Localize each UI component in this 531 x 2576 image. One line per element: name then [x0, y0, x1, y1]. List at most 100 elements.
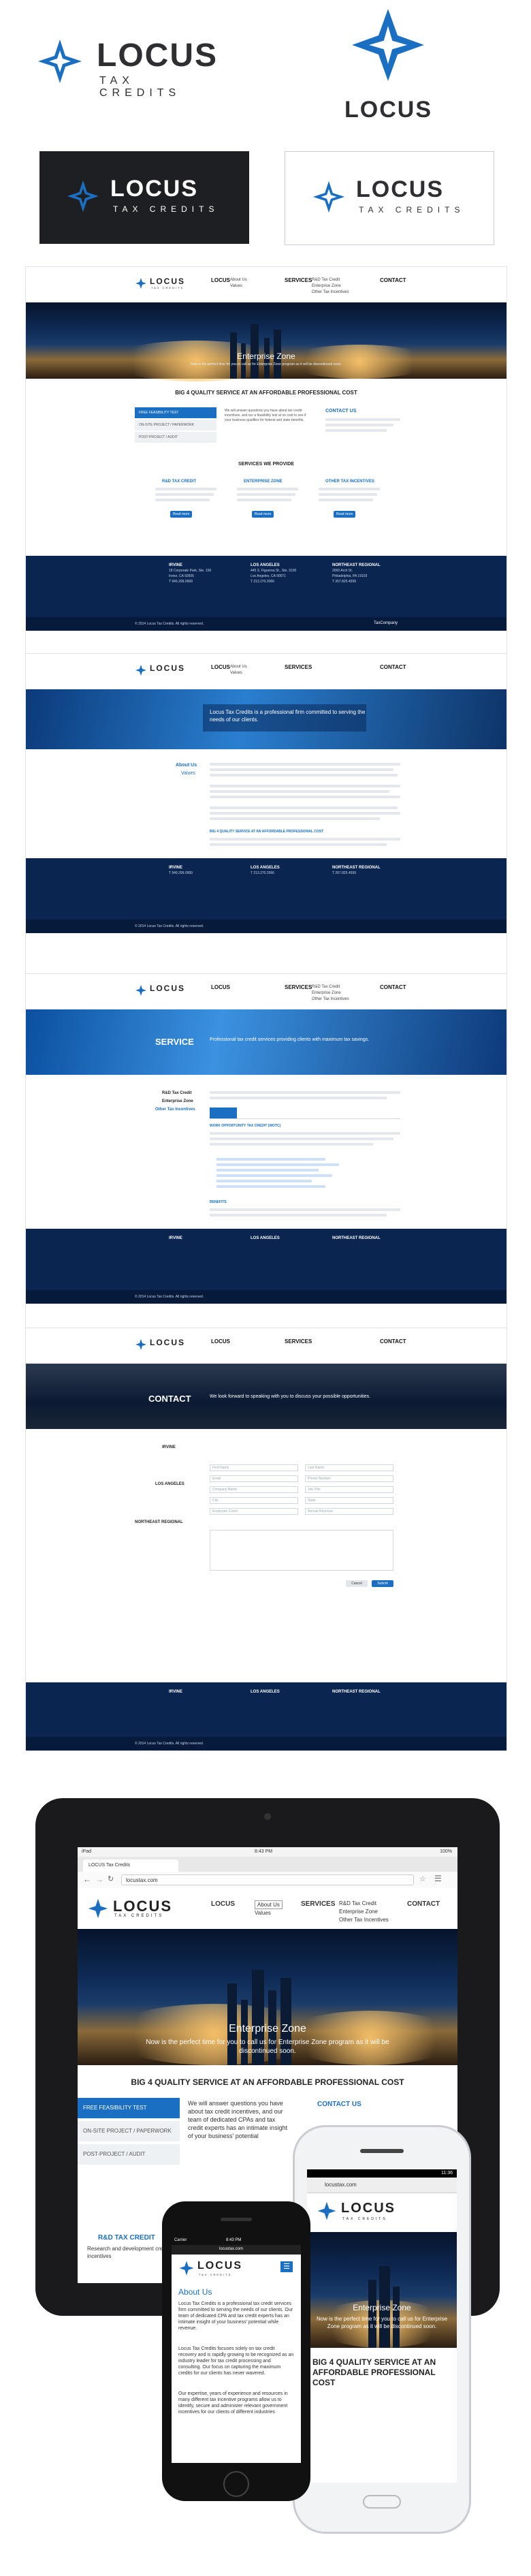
- contact-us-link[interactable]: CONTACT US: [325, 409, 356, 413]
- nav-other[interactable]: Other Tax Incentives: [339, 1917, 389, 1923]
- nav-contact[interactable]: CONTACT: [380, 1338, 406, 1345]
- service-hero-title: SERVICE: [155, 1037, 194, 1047]
- nav-locus[interactable]: LOCUS: [211, 1338, 230, 1345]
- service-ez-title[interactable]: ENTERPRISE ZONE: [244, 480, 283, 484]
- nav-services[interactable]: SERVICES: [285, 1338, 312, 1345]
- url-bar[interactable]: locustax.com: [121, 1874, 414, 1885]
- android-time: 11:36: [441, 2171, 453, 2176]
- service-rd-title[interactable]: R&D TAX CREDIT: [162, 480, 196, 484]
- nav-about[interactable]: About Us: [230, 664, 247, 670]
- job-title-field[interactable]: Job Title: [305, 1486, 393, 1493]
- tablet-rd-title[interactable]: R&D TAX CREDIT: [98, 2234, 155, 2242]
- nav-ez[interactable]: Enterprise Zone: [339, 1909, 378, 1915]
- read-more-button[interactable]: Read more: [170, 511, 192, 518]
- hamburger-menu-icon[interactable]: ☰: [280, 2261, 293, 2272]
- nav-other[interactable]: Other Tax Incentives: [312, 996, 349, 1003]
- service-other-title[interactable]: OTHER TAX INCENTIVES: [325, 480, 374, 484]
- first-name-field[interactable]: First Name: [210, 1464, 298, 1471]
- nav-services[interactable]: SERVICES: [285, 664, 312, 670]
- browser-tab[interactable]: LOCUS Tax Credits: [83, 1859, 178, 1872]
- submit-button[interactable]: Submit: [372, 1580, 393, 1587]
- menu-icon[interactable]: ☰: [434, 1874, 442, 1883]
- footer-phone[interactable]: T 949.299.0999: [169, 580, 193, 584]
- employee-count-field[interactable]: Employee Count: [210, 1508, 298, 1515]
- nav-locus[interactable]: LOCUS: [211, 664, 230, 670]
- annual-revenue-field[interactable]: Annual Revenue: [305, 1508, 393, 1515]
- forward-icon[interactable]: →: [95, 1874, 103, 1884]
- android-home-button[interactable]: [363, 2495, 401, 2509]
- nav-values[interactable]: Values: [230, 670, 242, 676]
- nav-locus[interactable]: LOCUS: [211, 277, 230, 283]
- last-name-field[interactable]: Last Name: [305, 1464, 393, 1471]
- nav-other[interactable]: Other Tax Incentives: [312, 289, 349, 296]
- locus-star-icon: [352, 9, 424, 81]
- logo-wordmark: LOCUS: [344, 97, 432, 123]
- tab-post-project[interactable]: POST-PROJECT / AUDIT: [135, 432, 216, 443]
- iphone-home-button[interactable]: [223, 2471, 249, 2497]
- nav-services[interactable]: SERVICES: [285, 984, 312, 990]
- site-logo-text[interactable]: LOCUS: [197, 2260, 242, 2272]
- message-textarea[interactable]: [210, 1530, 393, 1571]
- browser-tab-title: LOCUS Tax Credits: [88, 1863, 130, 1868]
- footer-phone[interactable]: T 213.270.2066: [251, 871, 274, 875]
- side-other[interactable]: Other Tax Incentives: [155, 1108, 195, 1112]
- side-values[interactable]: Values: [181, 771, 195, 776]
- tab-onsite-project[interactable]: ON-SITE PROJECT / PAPERWORK: [135, 420, 216, 430]
- nav-contact[interactable]: CONTACT: [380, 664, 406, 670]
- iphone-speaker: [221, 2218, 252, 2221]
- site-logo-text[interactable]: LOCUS: [113, 1898, 172, 1915]
- partner-logo[interactable]: TaxCompany: [374, 621, 398, 625]
- android-url-bar[interactable]: locustax.com: [325, 2180, 427, 2190]
- footer-phone[interactable]: T 213.270.2066: [251, 580, 274, 584]
- tablet-contact-us[interactable]: CONTACT US: [317, 2101, 361, 2108]
- phone-field[interactable]: Phone Number: [305, 1475, 393, 1482]
- back-icon[interactable]: ←: [83, 1874, 91, 1884]
- nav-locus[interactable]: LOCUS: [211, 1900, 235, 1908]
- nav-about[interactable]: About Us: [230, 277, 247, 283]
- read-more-button[interactable]: Read more: [252, 511, 274, 518]
- nav-services[interactable]: SERVICES: [301, 1900, 335, 1908]
- tablet-tab-free[interactable]: FREE FEASIBILITY TEST: [78, 2098, 180, 2118]
- locus-star-icon: [312, 180, 345, 213]
- nav-rd[interactable]: R&D Tax Credit: [339, 1900, 376, 1906]
- state-field[interactable]: State: [305, 1497, 393, 1504]
- site-logo-tagline: TAX CREDITS: [342, 2217, 387, 2221]
- nav-contact[interactable]: CONTACT: [380, 984, 406, 990]
- nav-ez[interactable]: Enterprise Zone: [312, 990, 341, 996]
- city-field[interactable]: City: [210, 1497, 298, 1504]
- site-logo-text[interactable]: LOCUS: [150, 984, 185, 993]
- nav-contact[interactable]: CONTACT: [380, 277, 406, 283]
- tab-free-feasibility[interactable]: FREE FEASIBILITY TEST: [135, 407, 216, 418]
- site-logo-text[interactable]: LOCUS: [341, 2201, 396, 2216]
- locus-star-icon: [88, 1898, 108, 1919]
- about-heading: BIG 4 QUALITY SERVICE AT AN AFFORDABLE P…: [210, 830, 324, 834]
- nav-rd[interactable]: R&D Tax Credit: [312, 984, 340, 990]
- email-field[interactable]: Email: [210, 1475, 298, 1482]
- read-more-button[interactable]: Read more: [334, 511, 355, 518]
- nav-ez[interactable]: Enterprise Zone: [312, 283, 341, 289]
- star-bookmark-icon[interactable]: ☆: [419, 1874, 426, 1883]
- footer-phone[interactable]: T 949.299.0999: [169, 871, 193, 875]
- cancel-button[interactable]: Cancel: [346, 1580, 368, 1587]
- footer-phone[interactable]: T 267.825.4599: [332, 871, 356, 875]
- nav-about[interactable]: About Us: [255, 1900, 283, 1909]
- nav-values[interactable]: Values: [255, 1910, 271, 1916]
- nav-values[interactable]: Values: [230, 283, 242, 289]
- site-logo-text[interactable]: LOCUS: [150, 1338, 185, 1347]
- nav-locus[interactable]: LOCUS: [211, 984, 230, 990]
- footer-phone[interactable]: T 267.825.4599: [332, 580, 356, 584]
- company-field[interactable]: Company Name: [210, 1486, 298, 1493]
- nav-rd[interactable]: R&D Tax Credit: [312, 277, 340, 283]
- footer-la-title: LOS ANGELES: [251, 1690, 280, 1694]
- nav-contact[interactable]: CONTACT: [407, 1900, 440, 1908]
- iphone-url[interactable]: locustax.com: [219, 2247, 243, 2251]
- tablet-tab-onsite[interactable]: ON-SITE PROJECT / PAPERWORK: [78, 2121, 180, 2141]
- side-about-us[interactable]: About Us: [176, 763, 197, 768]
- side-ez[interactable]: Enterprise Zone: [162, 1099, 193, 1103]
- nav-services[interactable]: SERVICES: [285, 277, 312, 283]
- site-logo-text[interactable]: LOCUS: [150, 663, 185, 673]
- tablet-tab-post[interactable]: POST-PROJECT / AUDIT: [78, 2144, 180, 2165]
- side-rd[interactable]: R&D Tax Credit: [162, 1091, 192, 1095]
- reload-icon[interactable]: ↻: [108, 1874, 114, 1883]
- site-logo-text[interactable]: LOCUS: [150, 277, 185, 286]
